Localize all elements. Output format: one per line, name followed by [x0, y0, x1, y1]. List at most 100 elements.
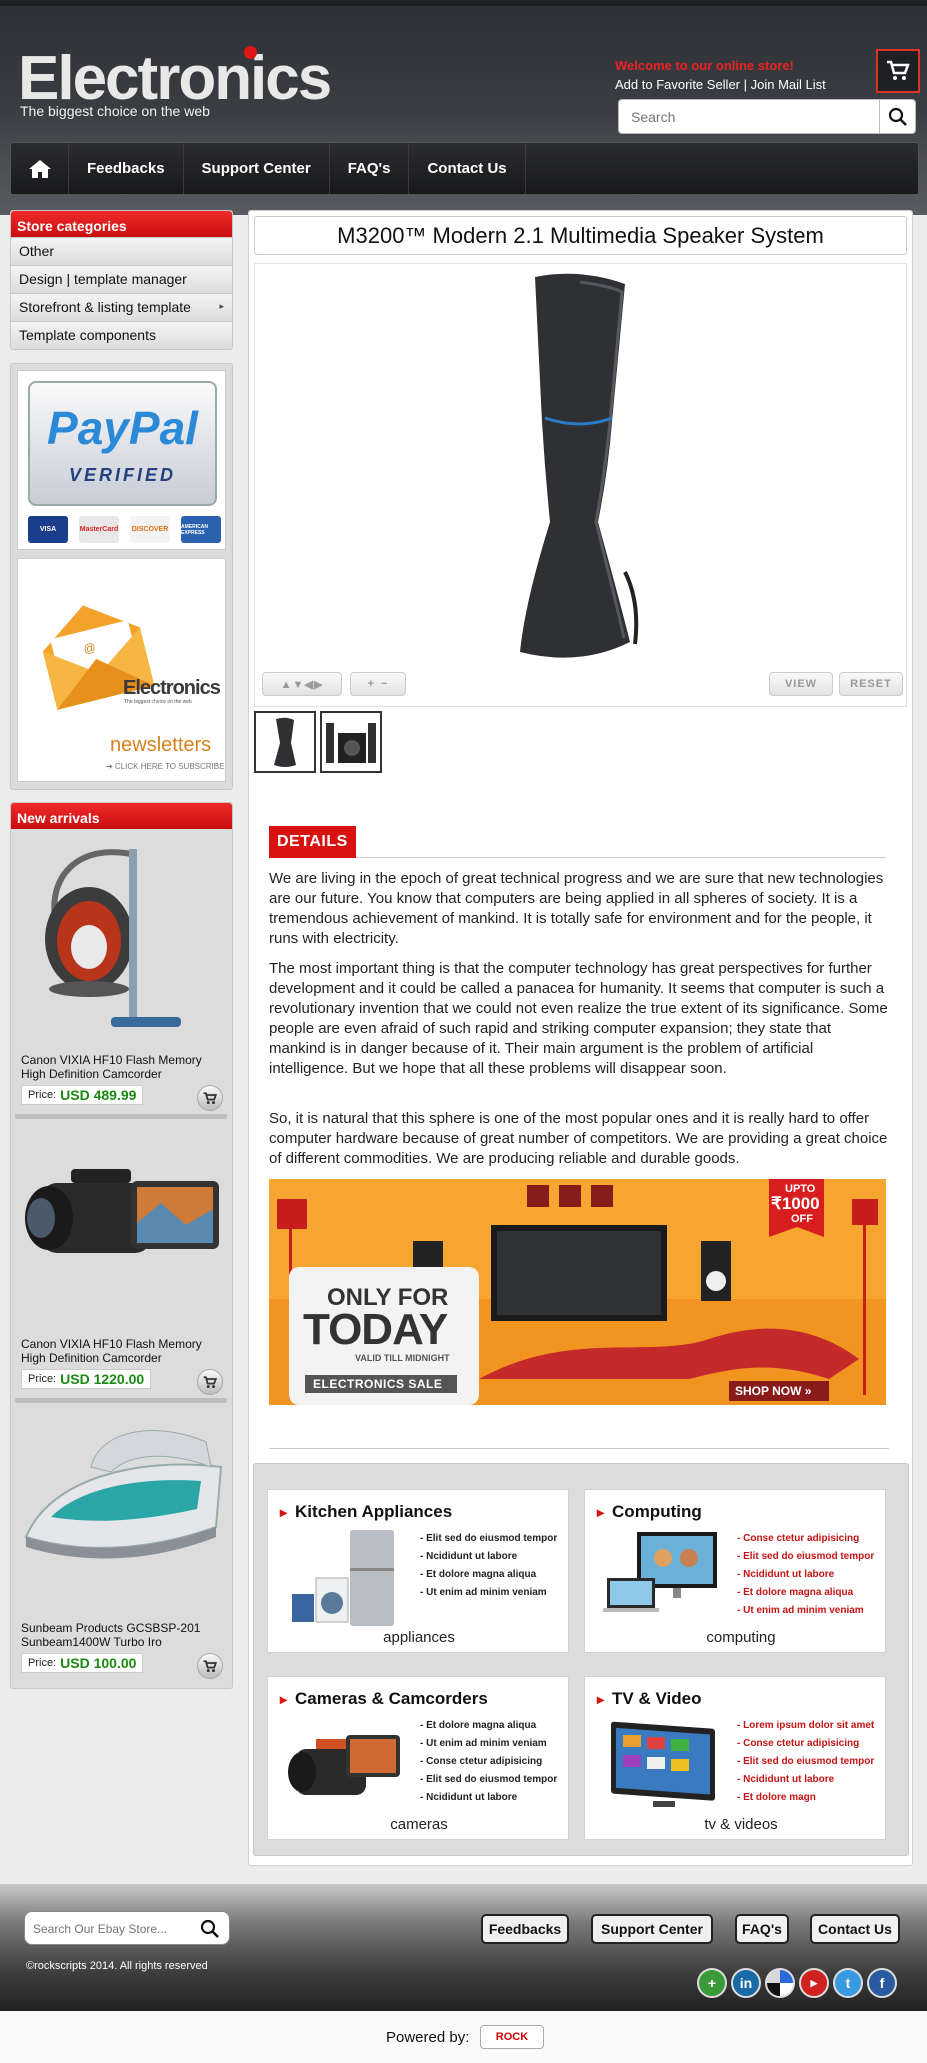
add-favorite-link[interactable]: Add to Favorite Seller — [615, 77, 740, 92]
add-to-cart-button[interactable] — [197, 1653, 223, 1679]
price-label: Price: — [28, 1373, 57, 1385]
linkedin-icon[interactable]: in — [731, 1968, 761, 1998]
facebook-icon[interactable]: f — [867, 1968, 897, 1998]
product-name[interactable]: Sunbeam Products GCSBSP-201 Sunbeam1400W… — [21, 1621, 226, 1649]
category-card-item[interactable]: - Elit sed do eiusmod tempor — [420, 1530, 557, 1548]
sale-banner[interactable]: ONLY FOR TODAY VALID TILL MIDNIGHT ELECT… — [269, 1179, 886, 1405]
category-card-item[interactable]: - Et dolore magna aliqua — [420, 1566, 557, 1584]
product-name[interactable]: Canon VIXIA HF10 Flash Memory High Defin… — [21, 1053, 226, 1081]
nav-faqs[interactable]: FAQ's — [330, 143, 410, 194]
nav-home[interactable] — [11, 143, 69, 194]
thumbnail-speaker[interactable] — [254, 711, 316, 773]
discover-card-icon: DISCOVER — [130, 516, 170, 543]
category-card-item[interactable]: - Ut enim ad minim veniam — [420, 1735, 557, 1753]
delicious-icon[interactable] — [765, 1968, 795, 1998]
category-card-item[interactable]: - Conse ctetur adipisicing — [737, 1530, 874, 1548]
category-other[interactable]: Other — [11, 237, 232, 265]
category-storefront-listing-template[interactable]: Storefront & listing template ▸ — [11, 293, 232, 321]
category-card-caption: cameras — [390, 1816, 448, 1833]
category-card-item[interactable]: - Elit sed do eiusmod tempor — [420, 1771, 557, 1789]
twitter-icon[interactable]: t — [833, 1968, 863, 1998]
category-card-item[interactable]: - Ncididunt ut labore — [737, 1566, 874, 1584]
youtube-icon[interactable]: ▶ — [799, 1968, 829, 1998]
view-button[interactable]: VIEW — [769, 672, 833, 696]
search-icon — [200, 1919, 219, 1938]
category-card-item[interactable]: - Ut enim ad minim veniam — [420, 1584, 557, 1602]
pan-arrows-icon: ▲▼◀▶ — [280, 678, 324, 691]
category-design-template-manager[interactable]: Design | template manager — [11, 265, 232, 293]
category-label: Template components — [19, 327, 156, 343]
new-arrivals-title: New arrivals — [11, 803, 232, 829]
category-card-item[interactable]: - Conse ctetur adipisicing — [420, 1753, 557, 1771]
product-title: M3200™ Modern 2.1 Multimedia Speaker Sys… — [254, 216, 907, 255]
category-card-item[interactable]: - Et dolore magn — [737, 1789, 874, 1807]
footer-contact-us-button[interactable]: Contact Us — [810, 1914, 900, 1944]
category-card-computing[interactable]: Computing - Conse ctetur adipisicing - E… — [584, 1489, 886, 1653]
camcorder-image[interactable] — [11, 1113, 232, 1335]
footer-search-input[interactable] — [33, 1918, 193, 1940]
category-template-components[interactable]: Template components — [11, 321, 232, 349]
reset-button[interactable]: RESET — [839, 672, 903, 696]
paypal-logo-pay: Pay — [47, 402, 129, 454]
footer-support-center-button[interactable]: Support Center — [591, 1914, 713, 1944]
category-label: Other — [19, 243, 55, 259]
banner-electronics-sale: ELECTRONICS SALE — [313, 1377, 443, 1391]
category-card-list: - Elit sed do eiusmod tempor - Ncididunt… — [420, 1530, 557, 1602]
rock-logo[interactable]: ROCK — [480, 2025, 544, 2049]
product-name[interactable]: Canon VIXIA HF10 Flash Memory High Defin… — [21, 1337, 226, 1365]
zoom-in-button[interactable]: + — [368, 678, 375, 690]
footer-search-button[interactable] — [197, 1916, 223, 1942]
pan-controls[interactable]: ▲▼◀▶ — [262, 672, 342, 696]
banner-shop-now[interactable]: SHOP NOW » — [735, 1384, 811, 1398]
category-card-item[interactable]: - Ncididunt ut labore — [420, 1789, 557, 1807]
search-input[interactable] — [623, 104, 875, 130]
cart-button[interactable] — [876, 49, 920, 93]
vacuum-cleaner-image[interactable] — [11, 829, 232, 1051]
category-card-item[interactable]: - Ncididunt ut labore — [420, 1548, 557, 1566]
category-card-title[interactable]: Cameras & Camcorders — [280, 1689, 488, 1709]
footer-faqs-button[interactable]: FAQ's — [735, 1914, 789, 1944]
store-categories-title: Store categories — [11, 211, 232, 237]
steam-iron-image[interactable] — [11, 1397, 232, 1619]
category-card-item[interactable]: - Et dolore magna aliqua — [420, 1717, 557, 1735]
nav-feedbacks[interactable]: Feedbacks — [69, 143, 184, 194]
newsletter-brand: Electronics — [123, 677, 221, 699]
category-card-title[interactable]: Kitchen Appliances — [280, 1502, 452, 1522]
category-card-item[interactable]: - Lorem ipsum dolor sit amet — [737, 1717, 874, 1735]
add-to-cart-button[interactable] — [197, 1369, 223, 1395]
category-card-item[interactable]: - Ncididunt ut labore — [737, 1771, 874, 1789]
speaker-image — [520, 273, 639, 658]
home-icon — [28, 159, 51, 178]
footer-feedbacks-button[interactable]: Feedbacks — [481, 1914, 569, 1944]
category-card-item[interactable]: - Elit sed do eiusmod tempor — [737, 1548, 874, 1566]
category-card-title[interactable]: TV & Video — [597, 1689, 701, 1709]
nav-contact-us[interactable]: Contact Us — [409, 143, 526, 194]
cameras-image — [288, 1735, 400, 1795]
category-card-cameras[interactable]: Cameras & Camcorders - Et dolore magna a… — [267, 1676, 569, 1840]
thumbnail-speaker-set[interactable] — [320, 711, 382, 773]
zoom-controls[interactable]: + − — [350, 672, 406, 696]
category-card-item[interactable]: - Ut enim ad minim veniam — [737, 1602, 874, 1620]
category-card-item[interactable]: - Elit sed do eiusmod tempor — [737, 1753, 874, 1771]
description-paragraph: We are living in the epoch of great tech… — [269, 870, 884, 947]
search-button[interactable] — [879, 100, 915, 133]
newsletter-subscribe-link[interactable]: ➔ CLICK HERE TO SUBSCRIBE — [106, 762, 224, 771]
add-to-cart-button[interactable] — [197, 1085, 223, 1111]
banner-valid: VALID TILL MIDNIGHT — [355, 1353, 450, 1363]
category-card-title[interactable]: Computing — [597, 1502, 702, 1522]
category-card-kitchen[interactable]: Kitchen Appliances - Elit sed do eiusmod… — [267, 1489, 569, 1653]
category-card-item[interactable]: - Et dolore magna aliqua — [737, 1584, 874, 1602]
badges-panel: PayPal VERIFIED VISA MasterCard DISCOVER… — [10, 363, 233, 790]
product-image-viewer[interactable]: ▲▼◀▶ + − VIEW RESET — [254, 263, 907, 707]
join-mail-link[interactable]: Join Mail List — [751, 77, 826, 92]
footer-search — [24, 1911, 230, 1945]
store-categories: Store categories Other Design | template… — [10, 210, 233, 350]
logo-dot — [244, 46, 257, 59]
google-plus-icon[interactable]: + — [697, 1968, 727, 1998]
nav-support-center[interactable]: Support Center — [184, 143, 330, 194]
newsletter-banner[interactable]: @ Electronics The biggest choice on the … — [17, 558, 226, 782]
category-card-item[interactable]: - Conse ctetur adipisicing — [737, 1735, 874, 1753]
product-price: USD 1220.00 — [60, 1371, 145, 1387]
category-card-tv-video[interactable]: TV & Video - Lorem ipsum dolor sit amet … — [584, 1676, 886, 1840]
zoom-out-button[interactable]: − — [381, 678, 388, 690]
